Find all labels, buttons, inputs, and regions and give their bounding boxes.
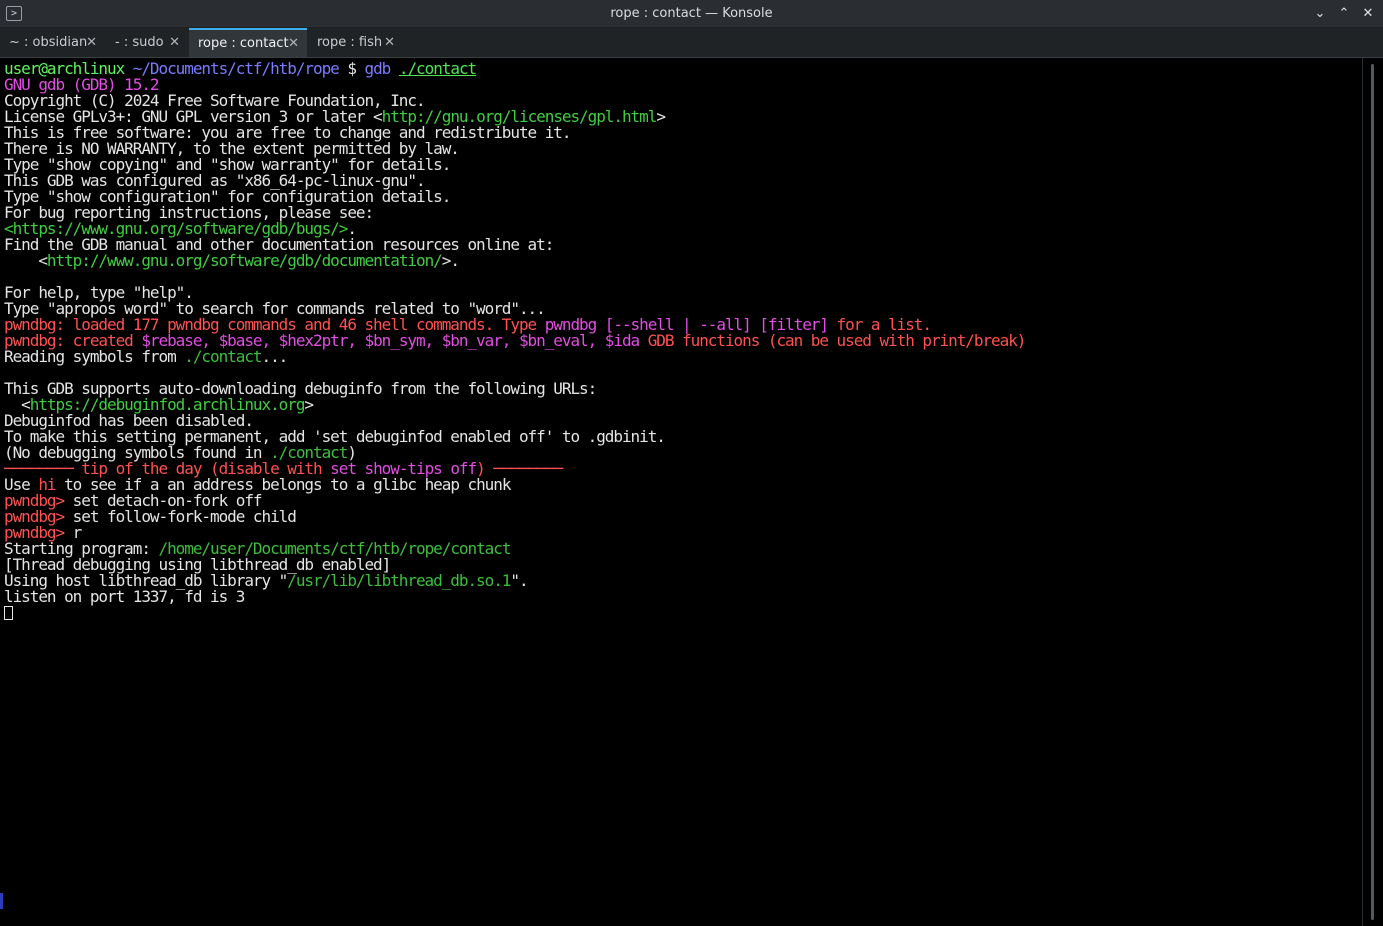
terminal-text: $ — [338, 59, 365, 78]
tab-close-icon[interactable]: ✕ — [169, 28, 180, 57]
terminal-text: GDB functions (can be used with print/br… — [639, 331, 1027, 350]
terminal-text: > — [304, 395, 314, 414]
terminal-text: gdb — [364, 59, 392, 78]
terminal-line: Reading symbols from ./contact... — [4, 349, 1025, 365]
tab-bar: ~ : obsidian ✕ - : sudo ✕ rope : contact… — [0, 28, 1383, 58]
terminal-text: Reading symbols from — [4, 347, 185, 366]
window-title: rope : contact — Konsole — [610, 6, 773, 21]
tab-label: rope : fish — [317, 35, 383, 50]
terminal-text: /usr/lib/libthread_db.so.1 — [287, 571, 511, 590]
terminal-text: ... — [261, 347, 289, 366]
terminal-text: set follow-fork-mode child — [64, 507, 297, 526]
terminal-view[interactable]: user@archlinux ~/Documents/ctf/htb/rope … — [0, 58, 1362, 926]
tab-label: ~ : obsidian — [9, 35, 88, 50]
terminal-line: listen on port 1337, fd is 3 — [4, 589, 1025, 605]
terminal-text: listen on port 1337, fd is 3 — [4, 587, 245, 606]
terminal-text: ./contact — [184, 347, 262, 366]
tab-close-icon[interactable]: ✕ — [288, 30, 299, 57]
terminal-text: ./contact — [398, 59, 477, 78]
cursor-line — [4, 605, 1025, 621]
tab-sudo[interactable]: - : sudo ✕ — [106, 28, 188, 57]
scroll-marker — [0, 893, 3, 909]
tab-contact[interactable]: rope : contact ✕ — [189, 28, 307, 57]
terminal-text: ". — [510, 571, 528, 590]
terminal-text: http://www.gnu.org/software/gdb/document… — [46, 251, 443, 270]
tab-close-icon[interactable]: ✕ — [384, 28, 395, 57]
terminal-line: <http://www.gnu.org/software/gdb/documen… — [4, 253, 1025, 269]
terminal-text: < — [4, 251, 48, 270]
tab-close-icon[interactable]: ✕ — [86, 28, 97, 57]
close-icon[interactable]: ✕ — [1359, 5, 1377, 23]
window-titlebar[interactable]: > rope : contact — Konsole ⌄ ⌃ ✕ — [0, 0, 1383, 28]
terminal-output: user@archlinux ~/Documents/ctf/htb/rope … — [4, 59, 1027, 621]
tab-label: - : sudo — [115, 35, 164, 50]
text-cursor — [4, 606, 13, 620]
tab-fish[interactable]: rope : fish ✕ — [308, 28, 403, 57]
scrollbar-thumb[interactable] — [1371, 64, 1374, 920]
terminal-text: > — [656, 107, 666, 126]
tab-obsidian[interactable]: ~ : obsidian ✕ — [0, 28, 105, 57]
minimize-icon[interactable]: ⌄ — [1311, 5, 1329, 23]
terminal-line: pwndbg> set follow-fork-mode child — [4, 509, 1025, 525]
maximize-icon[interactable]: ⌃ — [1335, 5, 1353, 23]
terminal-text: >. — [441, 251, 460, 270]
terminal-text: ~/Documents/ctf/htb/rope — [132, 59, 340, 78]
tab-label: rope : contact — [198, 36, 289, 51]
terminal-scrollbar[interactable] — [1362, 58, 1383, 926]
